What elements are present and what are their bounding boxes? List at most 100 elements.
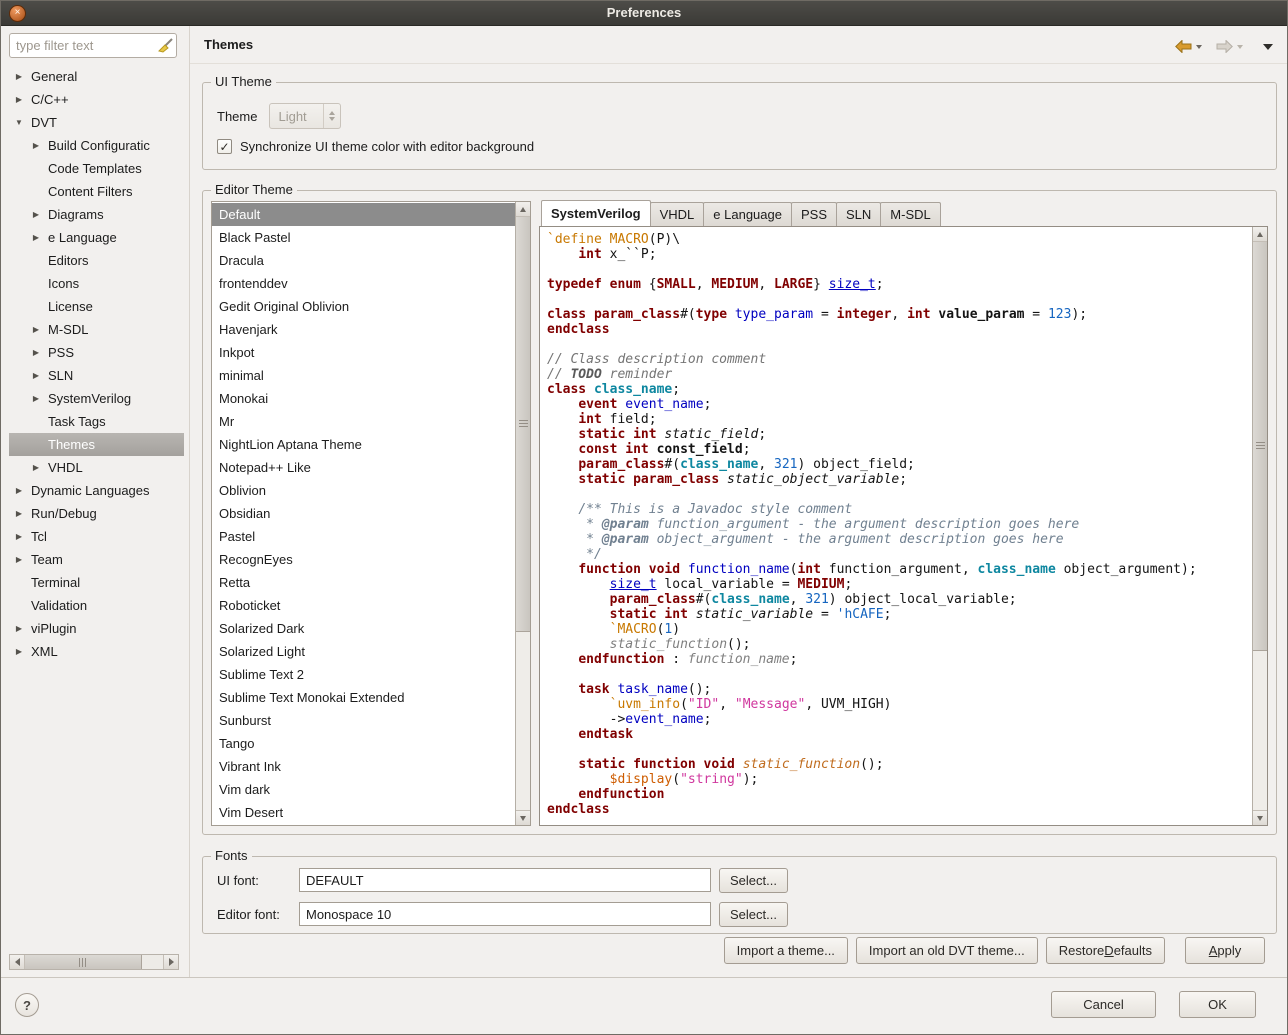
- tab-systemverilog[interactable]: SystemVerilog: [541, 200, 651, 226]
- scroll-up-button[interactable]: [516, 202, 530, 217]
- expander-collapsed-icon[interactable]: ▶: [28, 394, 44, 403]
- theme-list-item-obsidian[interactable]: Obsidian: [212, 502, 515, 525]
- sidebar-horizontal-scrollbar[interactable]: [9, 954, 179, 970]
- sidebar-item-dynamic-languages[interactable]: ▶Dynamic Languages: [9, 479, 184, 502]
- theme-list-item-sunburst[interactable]: Sunburst: [212, 709, 515, 732]
- sidebar-item-viplugin[interactable]: ▶viPlugin: [9, 617, 184, 640]
- theme-list-item-vim-dark[interactable]: Vim dark: [212, 778, 515, 801]
- sidebar-item-icons[interactable]: Icons: [9, 272, 184, 295]
- expander-collapsed-icon[interactable]: ▶: [28, 325, 44, 334]
- expander-collapsed-icon[interactable]: ▶: [11, 509, 27, 518]
- expander-collapsed-icon[interactable]: ▶: [28, 141, 44, 150]
- sidebar-item-content-filters[interactable]: Content Filters: [9, 180, 184, 203]
- expander-collapsed-icon[interactable]: ▶: [11, 647, 27, 656]
- scroll-down-button[interactable]: [516, 810, 530, 825]
- theme-list-item-black-pastel[interactable]: Black Pastel: [212, 226, 515, 249]
- back-arrow-icon[interactable]: [1175, 40, 1192, 53]
- restore-defaults-button[interactable]: Restore Defaults: [1046, 937, 1165, 964]
- sidebar-item-code-templates[interactable]: Code Templates: [9, 157, 184, 180]
- view-menu-icon[interactable]: [1263, 44, 1273, 50]
- theme-list-item-mr[interactable]: Mr: [212, 410, 515, 433]
- import-old-theme-button[interactable]: Import an old DVT theme...: [856, 937, 1038, 964]
- expander-collapsed-icon[interactable]: ▶: [28, 210, 44, 219]
- sync-checkbox-label[interactable]: Synchronize UI theme color with editor b…: [240, 139, 534, 154]
- expander-collapsed-icon[interactable]: ▶: [28, 233, 44, 242]
- tab-e-language[interactable]: e Language: [703, 202, 792, 226]
- theme-list-item-havenjark[interactable]: Havenjark: [212, 318, 515, 341]
- theme-list-item-sublime-text-monokai-extended[interactable]: Sublime Text Monokai Extended: [212, 686, 515, 709]
- expander-collapsed-icon[interactable]: ▶: [11, 624, 27, 633]
- tab-sln[interactable]: SLN: [836, 202, 881, 226]
- expander-collapsed-icon[interactable]: ▶: [28, 371, 44, 380]
- theme-list-item-pastel[interactable]: Pastel: [212, 525, 515, 548]
- apply-button[interactable]: Apply: [1185, 937, 1265, 964]
- theme-list-item-minimal[interactable]: minimal: [212, 364, 515, 387]
- clear-filter-icon[interactable]: [157, 38, 173, 56]
- scrollbar-track[interactable]: [25, 955, 163, 969]
- expander-collapsed-icon[interactable]: ▶: [11, 72, 27, 81]
- theme-list-item-inkpot[interactable]: Inkpot: [212, 341, 515, 364]
- scrollbar-track[interactable]: [1253, 242, 1267, 810]
- theme-list-scrollbar[interactable]: [515, 202, 530, 825]
- scroll-up-button[interactable]: [1253, 227, 1267, 242]
- sidebar-item-themes[interactable]: Themes: [9, 433, 184, 456]
- cancel-button[interactable]: Cancel: [1051, 991, 1156, 1018]
- filter-input[interactable]: [9, 33, 177, 58]
- theme-list-item-oblivion[interactable]: Oblivion: [212, 479, 515, 502]
- expander-collapsed-icon[interactable]: ▶: [11, 555, 27, 564]
- sidebar-item-validation[interactable]: Validation: [9, 594, 184, 617]
- sync-checkbox[interactable]: ✓: [217, 139, 232, 154]
- ui-font-input[interactable]: [299, 868, 711, 892]
- theme-list-item-retta[interactable]: Retta: [212, 571, 515, 594]
- scrollbar-thumb[interactable]: [25, 955, 142, 969]
- expander-expanded-icon[interactable]: ▼: [11, 118, 27, 127]
- theme-list-item-default[interactable]: Default: [212, 203, 515, 226]
- scroll-right-button[interactable]: [163, 955, 178, 969]
- expander-collapsed-icon[interactable]: ▶: [11, 486, 27, 495]
- theme-list-item-sublime-text-2[interactable]: Sublime Text 2: [212, 663, 515, 686]
- sidebar-item-e-language[interactable]: ▶e Language: [9, 226, 184, 249]
- sidebar-item-pss[interactable]: ▶PSS: [9, 341, 184, 364]
- help-button[interactable]: ?: [15, 993, 39, 1017]
- theme-list-item-monokai[interactable]: Monokai: [212, 387, 515, 410]
- sidebar-item-tcl[interactable]: ▶Tcl: [9, 525, 184, 548]
- editor-font-input[interactable]: [299, 902, 711, 926]
- scrollbar-thumb[interactable]: [516, 217, 530, 632]
- sidebar-item-xml[interactable]: ▶XML: [9, 640, 184, 663]
- theme-list-item-frontenddev[interactable]: frontenddev: [212, 272, 515, 295]
- sidebar-item-m-sdl[interactable]: ▶M-SDL: [9, 318, 184, 341]
- sidebar-item-diagrams[interactable]: ▶Diagrams: [9, 203, 184, 226]
- ok-button[interactable]: OK: [1179, 991, 1256, 1018]
- sidebar-item-license[interactable]: License: [9, 295, 184, 318]
- tab-pss[interactable]: PSS: [791, 202, 837, 226]
- import-theme-button[interactable]: Import a theme...: [724, 937, 848, 964]
- tab-m-sdl[interactable]: M-SDL: [880, 202, 940, 226]
- theme-list-item-nightlion-aptana-theme[interactable]: NightLion Aptana Theme: [212, 433, 515, 456]
- sidebar-item-c-c[interactable]: ▶C/C++: [9, 88, 184, 111]
- scrollbar-thumb[interactable]: [1253, 242, 1267, 651]
- scroll-down-button[interactable]: [1253, 810, 1267, 825]
- sidebar-item-team[interactable]: ▶Team: [9, 548, 184, 571]
- theme-list-item-recogneyes[interactable]: RecognEyes: [212, 548, 515, 571]
- sidebar-item-editors[interactable]: Editors: [9, 249, 184, 272]
- scroll-left-button[interactable]: [10, 955, 25, 969]
- ui-font-select-button[interactable]: Select...: [719, 868, 788, 893]
- expander-collapsed-icon[interactable]: ▶: [28, 348, 44, 357]
- sidebar-item-systemverilog[interactable]: ▶SystemVerilog: [9, 387, 184, 410]
- theme-list-item-solarized-dark[interactable]: Solarized Dark: [212, 617, 515, 640]
- theme-list-item-roboticket[interactable]: Roboticket: [212, 594, 515, 617]
- sidebar-item-dvt[interactable]: ▼DVT: [9, 111, 184, 134]
- editor-font-select-button[interactable]: Select...: [719, 902, 788, 927]
- sidebar-item-run-debug[interactable]: ▶Run/Debug: [9, 502, 184, 525]
- sidebar-item-general[interactable]: ▶General: [9, 65, 184, 88]
- theme-list-item-tango[interactable]: Tango: [212, 732, 515, 755]
- expander-collapsed-icon[interactable]: ▶: [11, 532, 27, 541]
- back-history-dropdown-icon[interactable]: [1196, 45, 1202, 49]
- theme-list-item-notepad-like[interactable]: Notepad++ Like: [212, 456, 515, 479]
- theme-list-item-dracula[interactable]: Dracula: [212, 249, 515, 272]
- tab-vhdl[interactable]: VHDL: [650, 202, 705, 226]
- expander-collapsed-icon[interactable]: ▶: [28, 463, 44, 472]
- theme-list-item-vim-desert[interactable]: Vim Desert: [212, 801, 515, 824]
- scrollbar-track[interactable]: [516, 217, 530, 810]
- theme-list-item-solarized-light[interactable]: Solarized Light: [212, 640, 515, 663]
